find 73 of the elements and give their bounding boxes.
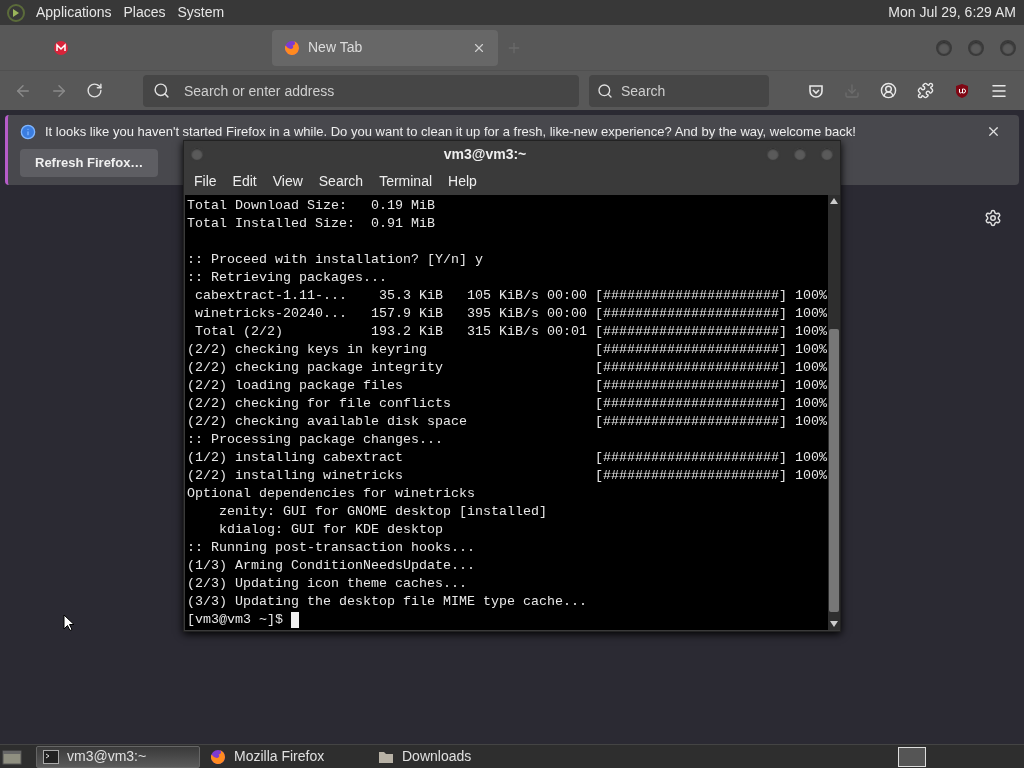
distro-logo-icon — [6, 2, 26, 23]
terminal-line: :: Running post-transaction hooks... — [187, 540, 475, 555]
terminal-line: (2/2) loading package files — [187, 377, 404, 395]
progress-text: [######################] 100% — [595, 323, 827, 341]
progress-text: [######################] 100% — [595, 287, 827, 305]
taskbar-task[interactable]: Mozilla Firefox — [204, 745, 368, 768]
terminal-line: kdialog: GUI for KDE desktop — [218, 522, 443, 537]
clock[interactable]: Mon Jul 29, 6:29 AM — [888, 2, 1016, 23]
terminal-line: Total (2/2) 193.2 KiB 315 KiB/s 00:01 — [194, 323, 588, 341]
terminal-line: (2/2) checking keys in keyring — [187, 341, 428, 359]
terminal-line: (2/2) checking package integrity — [187, 359, 444, 377]
settings-icon[interactable] — [984, 209, 1002, 227]
browser-icon — [284, 39, 300, 56]
terminal-line: (2/3) Updating icon theme caches... — [187, 576, 467, 591]
menu-item[interactable]: File — [186, 170, 225, 192]
terminal-icon — [43, 749, 59, 764]
window-title: vm3@vm3:~ — [442, 144, 528, 164]
progress-text: [######################] 100% — [595, 449, 827, 467]
menu-item[interactable]: Edit — [224, 170, 265, 192]
refresh-button[interactable]: Refresh Firefox… — [20, 148, 159, 177]
workspace-switcher[interactable] — [898, 746, 926, 767]
mail-icon — [54, 40, 68, 55]
terminal-line: :: Retrieving packages... — [187, 270, 387, 285]
reload-icon[interactable] — [86, 82, 103, 99]
terminal-line: (1/2) installing cabextract — [187, 449, 404, 467]
panel-menu[interactable]: Places — [119, 2, 170, 23]
notification-message: It looks like you haven't started Firefox in a while. Do you want to clean it up for a fresh, like-new experience? And by the way, welcome back! — [45, 123, 857, 141]
progress-text: [######################] 100% — [595, 395, 827, 413]
panel-menu[interactable]: Applications — [32, 2, 116, 23]
scroll-down-icon[interactable] — [830, 621, 838, 627]
terminal-line: cabextract-1.11-... 35.3 KiB 105 KiB/s 00:00 — [194, 287, 588, 305]
menu-item[interactable]: Terminal — [371, 170, 441, 192]
terminal-line: Total Installed Size: 0.91 MiB — [187, 216, 435, 231]
terminal-line: Total Download Size: 0.19 MiB — [187, 198, 435, 213]
menu-item[interactable]: View — [264, 170, 311, 192]
search-field[interactable]: Search — [589, 74, 769, 107]
terminal-line: Optional dependencies for winetricks — [187, 486, 475, 501]
progress-text: [######################] 100% — [595, 359, 827, 377]
folder-icon — [378, 749, 394, 764]
progress-text: [######################] 100% — [595, 341, 827, 359]
progress-text: [######################] 100% — [595, 377, 827, 395]
terminal-line: (3/3) Updating the desktop file MIME type cache... — [187, 594, 587, 609]
info-icon — [20, 123, 36, 140]
menu-item[interactable]: Help — [440, 170, 485, 192]
menu-item[interactable]: Search — [310, 170, 372, 192]
terminal-line: zenity: GUI for GNOME desktop [installed] — [218, 504, 547, 519]
terminal-line: (2/2) installing winetricks — [187, 467, 404, 485]
browser-icon — [210, 748, 226, 765]
mouse-pointer-icon — [63, 614, 74, 632]
terminal-line: winetricks-20240... 157.9 KiB 395 KiB/s 00:00 — [194, 305, 588, 323]
terminal-line: (1/3) Arming ConditionNeedsUpdate... — [187, 558, 475, 573]
scrollbar[interactable] — [828, 195, 840, 630]
shell-prompt: [vm3@vm3 ~]$ — [187, 611, 283, 629]
address-field[interactable]: Search or enter address — [143, 74, 579, 107]
pocket-icon[interactable] — [808, 82, 824, 99]
text-cursor — [291, 612, 299, 628]
account-icon[interactable] — [880, 82, 897, 99]
tab-title: New Tab — [308, 38, 364, 57]
terminal-line: (2/2) checking available disk space — [187, 413, 468, 431]
taskbar-task[interactable]: Downloads — [372, 745, 536, 768]
progress-text: [######################] 100% — [595, 305, 827, 323]
terminal-line: :: Proceed with installation? [Y/n] y — [187, 252, 483, 267]
progress-text: [######################] 100% — [595, 413, 827, 431]
shield-icon[interactable] — [954, 82, 970, 99]
panel-menu[interactable]: System — [173, 2, 229, 23]
show-desktop-icon[interactable] — [2, 747, 22, 766]
terminal-line: :: Processing package changes... — [187, 432, 443, 447]
extensions-icon[interactable] — [917, 82, 934, 99]
progress-text: [######################] 100% — [595, 467, 827, 485]
scroll-up-icon[interactable] — [830, 198, 838, 204]
terminal-line: (2/2) checking for file conflicts — [187, 395, 452, 413]
taskbar-task[interactable]: vm3@vm3:~ — [36, 745, 200, 768]
browser-tab[interactable]: New Tab — [272, 29, 498, 66]
